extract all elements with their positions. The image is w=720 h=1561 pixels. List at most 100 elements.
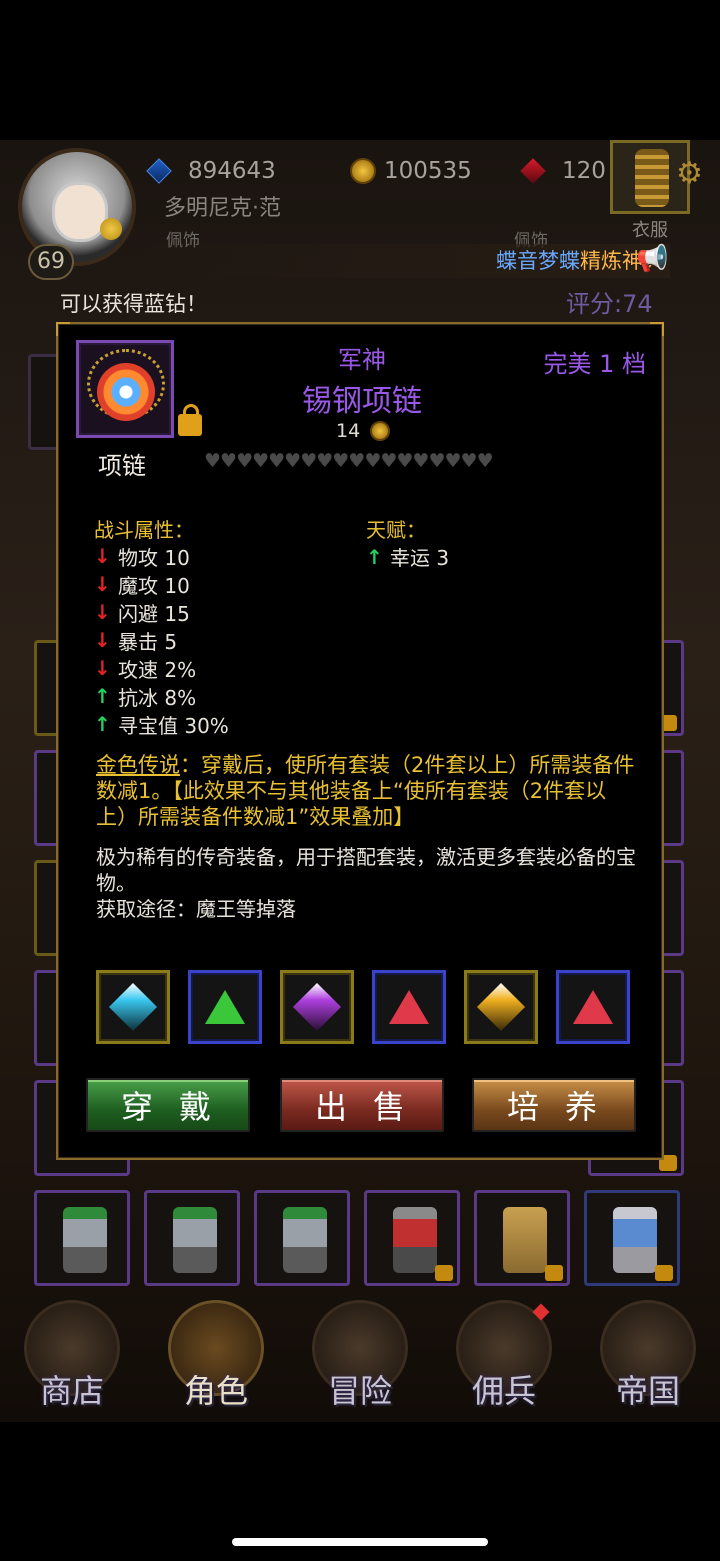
red-gem-icon: [520, 158, 546, 184]
item-price-value: 14: [336, 420, 361, 442]
gem-socket[interactable]: [556, 970, 630, 1044]
red-triangle-gem: [573, 990, 613, 1024]
blue-diamond-value: 894643: [188, 158, 276, 184]
player-level-badge: 69: [28, 244, 74, 280]
yellow-diamond-gem: [476, 982, 526, 1032]
legendary-effect: 金色传说：穿戴后，使所有套装（2件套以上）所需装备件数减1。【此效果不与其他装备…: [96, 752, 636, 830]
notice-text: 可以获得蓝钻！: [60, 292, 207, 316]
cyan-diamond-gem: [108, 982, 158, 1032]
nav-empire-label: 帝国: [615, 1372, 680, 1410]
nav-shop-label: 商店: [39, 1372, 104, 1410]
gem-socket[interactable]: [96, 970, 170, 1044]
blue-diamond-counter[interactable]: 894643: [146, 152, 276, 190]
bottom-nav: 商店 角色 冒险 佣兵 帝国: [0, 1300, 720, 1422]
leg-armor-icon: [393, 1207, 437, 1273]
gear-icon[interactable]: ⚙: [676, 156, 703, 191]
inventory-slot[interactable]: [34, 1190, 130, 1286]
gold-coin-icon: [350, 158, 376, 184]
leg-armor-icon: [613, 1207, 657, 1273]
down-arrow-icon: ↓: [94, 544, 111, 568]
stat-label: 闪避 15: [118, 601, 190, 626]
player-name: 多明尼克·范: [164, 196, 281, 221]
up-arrow-icon: ↑: [94, 684, 111, 708]
nav-adventure-label: 冒险: [327, 1372, 392, 1410]
stat-row: ↓ 魔攻 10: [94, 570, 229, 598]
home-indicator[interactable]: [232, 1538, 488, 1546]
combat-stats-title: 战斗属性：: [94, 518, 194, 542]
leg-armor-icon: [173, 1207, 217, 1273]
inventory-slot[interactable]: [474, 1190, 570, 1286]
gem-socket[interactable]: [280, 970, 354, 1044]
gem-socket[interactable]: [372, 970, 446, 1044]
clothes-label: 衣服: [632, 220, 668, 241]
description-text: 极为稀有的传奇装备，用于搭配套装，激活更多套装必备的宝物。: [96, 845, 636, 895]
stat-label: 攻速 2%: [118, 657, 197, 682]
stat-row: ↓ 攻速 2%: [94, 654, 229, 682]
gold-counter[interactable]: 100535: [350, 152, 472, 190]
gold-coin-icon: [370, 421, 391, 441]
durability-hearts: ♥♥♥♥♥♥♥♥♥♥♥♥♥♥♥♥♥♥: [204, 450, 494, 472]
legendary-name: 金色传说: [96, 753, 180, 777]
down-arrow-icon: ↓: [94, 600, 111, 624]
combat-stats-list: ↓ 物攻 10 ↓ 魔攻 10 ↓ 闪避 15 ↓ 暴击 5 ↓ 攻速 2% ↑ 抗冰 8%…: [94, 542, 229, 738]
green-triangle-gem: [205, 990, 245, 1024]
item-type: 项链: [98, 452, 146, 480]
down-arrow-icon: ↓: [94, 572, 111, 596]
item-price: 14: [336, 420, 391, 442]
down-arrow-icon: ↓: [94, 628, 111, 652]
nav-adventure[interactable]: 冒险: [295, 1296, 425, 1412]
avatar-face: [52, 182, 108, 242]
gem-socket[interactable]: [188, 970, 262, 1044]
red-gem-counter[interactable]: 120: [520, 152, 606, 190]
stat-label: 物攻 10: [118, 545, 190, 570]
stat-row: ↑ 抗冰 8%: [94, 682, 229, 710]
wear-button[interactable]: 穿戴: [86, 1078, 250, 1132]
item-description: 极为稀有的传奇装备，用于搭配套装，激活更多套装必备的宝物。 获取途径：魔王等掉落: [96, 844, 636, 922]
talent-row: ↑ 幸运 3: [366, 542, 449, 571]
train-button[interactable]: 培养: [472, 1078, 636, 1132]
stat-row: ↓ 闪避 15: [94, 598, 229, 626]
announcement-player: 蝶音梦蝶: [496, 249, 580, 273]
stat-row: ↓ 物攻 10: [94, 542, 229, 570]
leg-armor-icon: [283, 1207, 327, 1273]
sell-button[interactable]: 出售: [280, 1078, 444, 1132]
leg-armor-icon: [63, 1207, 107, 1273]
red-gem-value: 120: [562, 158, 606, 184]
stat-row: ↓ 暴击 5: [94, 626, 229, 654]
item-name: 锡钢项链: [302, 384, 422, 419]
lock-icon: [655, 1265, 673, 1281]
score-text: 评分:74: [566, 290, 653, 318]
up-arrow-icon: ↑: [94, 712, 111, 736]
leg-armor-icon: [503, 1207, 547, 1273]
lock-icon: [435, 1265, 453, 1281]
panel-corner: [650, 322, 664, 336]
blue-diamond-icon: [146, 158, 172, 184]
up-arrow-icon: ↑: [366, 544, 383, 569]
nav-mercenary-label: 佣兵: [471, 1372, 536, 1410]
nav-empire[interactable]: 帝国: [583, 1296, 713, 1412]
inventory-slot[interactable]: [364, 1190, 460, 1286]
talent-title: 天赋：: [366, 518, 426, 542]
horn-icon[interactable]: 📢: [636, 244, 668, 274]
armor-icon: [635, 149, 669, 207]
gem-socket[interactable]: [464, 970, 538, 1044]
inventory-slot[interactable]: [584, 1190, 680, 1286]
talent-value: 幸运 3: [390, 546, 450, 570]
nav-mercenary[interactable]: 佣兵: [439, 1296, 569, 1412]
nav-character[interactable]: 角色: [151, 1296, 281, 1412]
inventory-slot[interactable]: [254, 1190, 350, 1286]
stat-row: ↑ 寻宝值 30%: [94, 710, 229, 738]
gold-value: 100535: [384, 158, 472, 184]
stat-label: 魔攻 10: [118, 573, 190, 598]
item-detail-panel: 军神 锡钢项链 完美 1 档 14 项链 ♥♥♥♥♥♥♥♥♥♥♥♥♥♥♥♥♥♥ …: [56, 322, 664, 1160]
inventory-slot[interactable]: [144, 1190, 240, 1286]
stat-label: 暴击 5: [118, 629, 178, 654]
nav-character-label: 角色: [183, 1372, 248, 1410]
lock-icon: [545, 1265, 563, 1281]
flower-icon: [100, 218, 122, 240]
nav-shop[interactable]: 商店: [7, 1296, 137, 1412]
down-arrow-icon: ↓: [94, 656, 111, 680]
source-text: 获取途径：魔王等掉落: [96, 897, 296, 921]
stat-label: 寻宝值 30%: [118, 713, 229, 738]
item-grade: 完美 1 档: [543, 350, 646, 378]
